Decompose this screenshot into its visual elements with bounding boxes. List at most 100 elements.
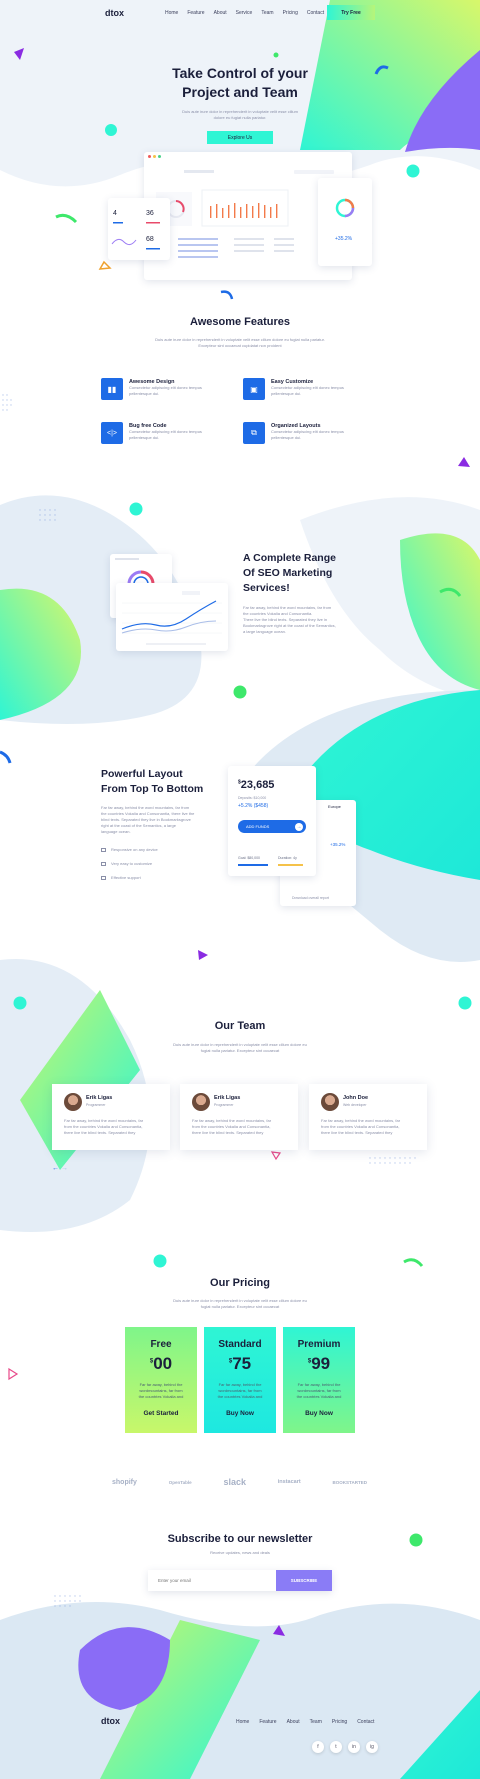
card-icon: ▣ bbox=[243, 378, 265, 400]
opentable-logo: OpenTable bbox=[168, 1479, 192, 1485]
plan-price: $75 bbox=[228, 1354, 252, 1373]
social-links: f t in ig bbox=[312, 1741, 378, 1753]
linkedin-icon[interactable]: in bbox=[348, 1741, 360, 1753]
layout-title-line-1: Powerful Layout bbox=[101, 768, 183, 780]
feature-item-code: <|> Bug free Code Consectetur adipiscing… bbox=[101, 422, 202, 444]
member-name: Erik Ligas bbox=[214, 1095, 241, 1101]
nav-link-service[interactable]: Service bbox=[236, 10, 253, 16]
duration-label: Duration: 4y bbox=[278, 856, 297, 860]
team-card[interactable]: Erik Ligas Programmer Far far away, behi… bbox=[180, 1084, 298, 1150]
footer-nav: Home Feature About Team Pricing Contact bbox=[236, 1719, 374, 1725]
avatar bbox=[192, 1093, 210, 1111]
footer-logo[interactable]: dtox bbox=[101, 1716, 120, 1726]
seo-title-line-2: Of SEO Marketing bbox=[243, 567, 333, 579]
email-input[interactable] bbox=[148, 1570, 276, 1591]
buy-now-button[interactable]: Buy Now bbox=[283, 1410, 355, 1417]
member-role: Web developer bbox=[343, 1103, 367, 1107]
main-nav: Home Feature About Service Team Pricing … bbox=[165, 10, 324, 16]
facebook-icon[interactable]: f bbox=[312, 1741, 324, 1753]
design-tools-icon: ▮▮ bbox=[101, 378, 123, 400]
customize-icon bbox=[101, 862, 106, 866]
try-free-button[interactable]: Try Free bbox=[327, 5, 375, 20]
bookstarted-logo: BOOKSTARTED bbox=[332, 1479, 367, 1485]
shopify-logo: shopify bbox=[112, 1478, 137, 1486]
download-report-link[interactable]: Download overall report bbox=[292, 896, 329, 900]
pricing-subtitle: Duis aute irure dolor in reprehenderit i… bbox=[173, 1298, 307, 1309]
team-prev-arrow-icon[interactable]: ← bbox=[52, 1165, 59, 1172]
check-item: Very easy to customize bbox=[101, 861, 158, 867]
instagram-icon[interactable]: ig bbox=[366, 1741, 378, 1753]
hero-subtitle: Duis aute irure dolor in reprehenderit i… bbox=[140, 109, 340, 121]
slack-logo: slack bbox=[223, 1477, 246, 1487]
nav-link-contact[interactable]: Contact bbox=[307, 10, 324, 16]
instacart-logo: instacart bbox=[277, 1479, 301, 1485]
support-icon bbox=[101, 876, 106, 880]
layout-desc: Far far away, behind the word mountains,… bbox=[101, 805, 195, 834]
layout-title-line-2: From Top To Bottom bbox=[101, 783, 204, 795]
member-name: John Doe bbox=[343, 1095, 369, 1101]
features-title: Awesome Features bbox=[189, 316, 291, 328]
layers-icon: ⧉ bbox=[243, 422, 265, 444]
member-desc: Far far away, behind the word mountains,… bbox=[321, 1118, 401, 1135]
nav-link-feature[interactable]: Feature bbox=[187, 10, 204, 16]
plan-name: Standard bbox=[218, 1339, 262, 1350]
footer-link-feature[interactable]: Feature bbox=[259, 1719, 276, 1725]
team-card[interactable]: John Doe Web developer Far far away, beh… bbox=[309, 1084, 427, 1150]
footer-link-about[interactable]: About bbox=[287, 1719, 300, 1725]
subscribe-button[interactable]: SUBSCRIBE bbox=[276, 1570, 332, 1591]
hero-title: Take Control of your Project and Team bbox=[90, 64, 390, 102]
avatar bbox=[321, 1093, 339, 1111]
balance-card: $23,685 Deposits: $10,000 +5.2% ($458) A… bbox=[228, 766, 316, 876]
team-card[interactable]: Erik Ligas Programmer Far far away, behi… bbox=[52, 1084, 170, 1150]
layout-checklist: Responsive on any device Very easy to cu… bbox=[101, 847, 158, 881]
nav-link-team[interactable]: Team bbox=[261, 10, 273, 16]
donut-card: +35.2% bbox=[318, 178, 372, 266]
nav-link-home[interactable]: Home bbox=[165, 10, 178, 16]
stats-card: 4 36 68 bbox=[108, 198, 170, 260]
duration-bar bbox=[278, 864, 303, 866]
twitter-icon[interactable]: t bbox=[330, 1741, 342, 1753]
seo-line-chart bbox=[121, 591, 222, 645]
region-change: +35.2% bbox=[330, 842, 346, 847]
avatar bbox=[64, 1093, 82, 1111]
feature-desc: Consectetur adipiscing elit donec tempus… bbox=[271, 385, 344, 396]
partner-logos: shopify OpenTable slack instacart BOOKST… bbox=[112, 1477, 367, 1487]
newsletter-form: SUBSCRIBE bbox=[148, 1570, 332, 1591]
check-item: Effective support bbox=[101, 875, 158, 881]
member-role: Programmer bbox=[214, 1103, 234, 1107]
member-desc: Far far away, behind the word mountains,… bbox=[64, 1118, 144, 1135]
seo-line-card bbox=[116, 583, 228, 651]
plan-desc: Far far away, behind the wordmountains, f… bbox=[296, 1382, 342, 1399]
seo-title-line-1: A Complete Range bbox=[243, 552, 336, 564]
explore-button[interactable]: Explore Us bbox=[207, 131, 273, 144]
get-started-button[interactable]: Get Started bbox=[125, 1410, 197, 1417]
newsletter-subtitle: Receive updates, news and deals bbox=[210, 1550, 270, 1555]
plan-name: Free bbox=[150, 1339, 172, 1350]
seo-title: A Complete Range Of SEO Marketing Servic… bbox=[243, 551, 336, 596]
footer-link-team[interactable]: Team bbox=[310, 1719, 322, 1725]
footer-link-pricing[interactable]: Pricing bbox=[332, 1719, 347, 1725]
feature-item-customize: ▣ Easy Customize Consectetur adipiscing … bbox=[243, 378, 344, 400]
seo-title-line-3: Services! bbox=[243, 582, 290, 594]
buy-now-button[interactable]: Buy Now bbox=[204, 1410, 276, 1417]
balance-amount: $23,685 bbox=[238, 779, 275, 791]
plan-price: $99 bbox=[307, 1354, 331, 1373]
layout-title: Powerful Layout From Top To Bottom bbox=[101, 767, 203, 797]
features-subtitle-line-2: Excepteur sint occaecat cupidatat non pr… bbox=[198, 343, 282, 348]
footer-link-home[interactable]: Home bbox=[236, 1719, 249, 1725]
footer-link-contact[interactable]: Contact bbox=[357, 1719, 374, 1725]
member-desc: Far far away, behind the word mountains,… bbox=[192, 1118, 272, 1135]
add-funds-button[interactable]: ADD FUNDS → bbox=[238, 820, 306, 833]
nav-link-pricing[interactable]: Pricing bbox=[283, 10, 298, 16]
team-subtitle: Duis aute irure dolor in reprehenderit i… bbox=[173, 1042, 307, 1053]
brand-logo[interactable]: dtox bbox=[105, 8, 124, 18]
nav-link-about[interactable]: About bbox=[214, 10, 227, 16]
hero-title-line-1: Take Control of your bbox=[172, 65, 308, 81]
region-label: Europe bbox=[328, 804, 341, 809]
feature-item-layouts: ⧉ Organized Layouts Consectetur adipisci… bbox=[243, 422, 344, 444]
team-next-arrow-icon[interactable]: → bbox=[61, 1165, 68, 1172]
feature-desc: Consectetur adipiscing elit donec tempus… bbox=[271, 429, 344, 440]
newsletter-title: Subscribe to our newsletter bbox=[167, 1533, 313, 1545]
member-role: Programmer bbox=[86, 1103, 106, 1107]
deposits-label: Deposits: $10,000 bbox=[238, 796, 267, 800]
